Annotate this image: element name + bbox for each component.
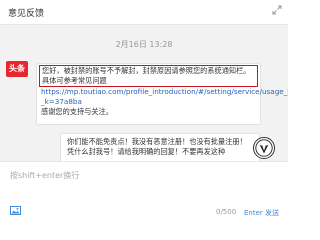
bot-message-bubble: 您好，被封禁的账号不予解封，封禁原因请参照您的系统通知栏。具体可参考常见问题 h… (36, 63, 288, 125)
window-title: 意见反馈 (8, 9, 45, 19)
user-avatar (253, 137, 275, 159)
send-button[interactable]: Enter 发送 (244, 208, 279, 218)
thanks-text: 感谢您的支持与关注。 (41, 107, 113, 116)
toutiao-avatar: 头条 (6, 61, 28, 77)
message-input[interactable]: 按shift+enter换行 (10, 170, 79, 181)
highlighted-reply-text: 您好，被封禁的账号不予解封，封禁原因请参照您的系统通知栏。具体可参考常见问题 (39, 65, 258, 87)
image-upload-icon[interactable] (10, 206, 21, 215)
char-counter: 0/500 (216, 208, 237, 216)
user-message-bubble: 你们能不能免责点！我没有恶意注册！也没有批量注册！凭什么封我号！请给我明确的回复… (60, 133, 260, 161)
chat-panel[interactable]: 2月16日 13:28 头条 您好，被封禁的账号不予解封，封禁原因请参照您的系统… (0, 25, 288, 161)
faq-link[interactable]: https://mp.toutiao.com/profile_introduct… (41, 87, 288, 107)
expand-icon[interactable] (272, 5, 282, 15)
message-composer[interactable]: 按shift+enter换行 0/500 Enter 发送 (0, 161, 288, 226)
title-bar: 意见反馈 (0, 0, 288, 25)
message-timestamp: 2月16日 13:28 (115, 40, 173, 49)
